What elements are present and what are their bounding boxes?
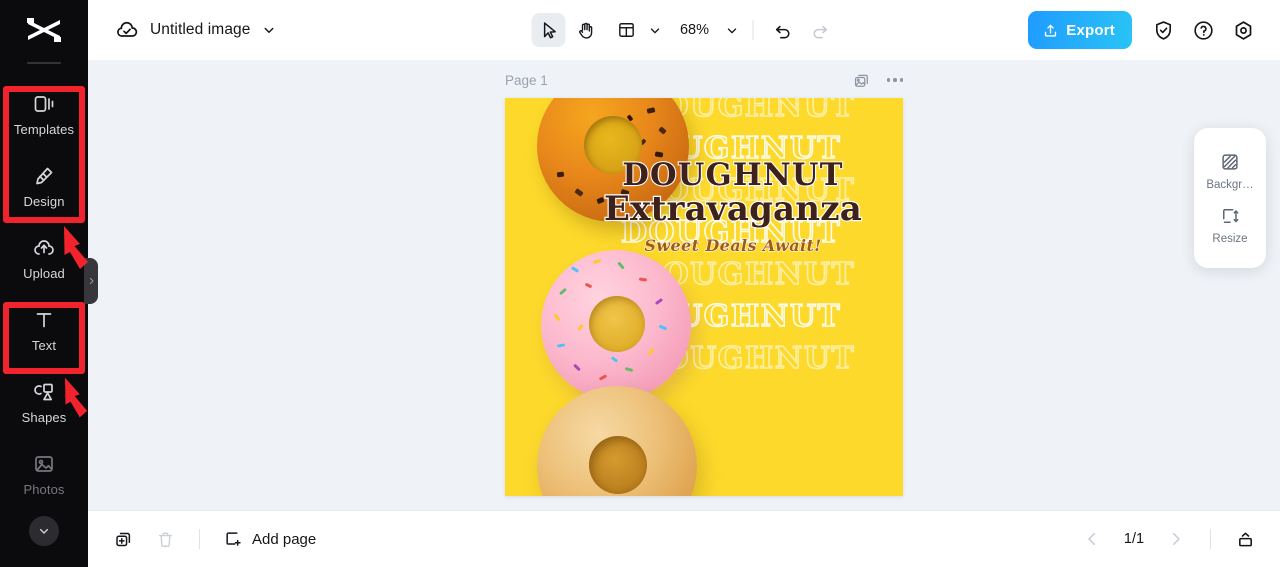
delete-page-button[interactable] [148,522,182,556]
poster-headline-secondary: Extravaganza [603,188,863,229]
sidebar-item-photos[interactable]: Photos [5,438,83,510]
zoom-level[interactable]: 68% [677,22,713,38]
canvas-tools-group: 68% [531,13,837,47]
export-label: Export [1066,21,1115,39]
chevron-right-icon [1173,533,1180,545]
bottom-left-actions: Add page [88,522,322,556]
background-tool-button[interactable]: Backgr… [1197,151,1263,191]
sidebar-nav: Templates Design Upload Text Shapes Phot… [0,78,88,546]
help-button[interactable] [1186,13,1220,47]
redo-button[interactable] [803,13,837,47]
sidebar-more-button[interactable] [29,516,59,546]
design-canvas[interactable]: DOUGHNUT DOUGHNUT DOUGHNUT DOUGHNUT DOUG… [505,98,903,496]
hand-icon [578,22,592,39]
duplicate-page-icon [115,532,130,546]
upload-cloud-icon [34,240,54,255]
resize-tool-label: Resize [1212,233,1248,245]
background-hatch-icon [1222,154,1238,170]
expand-panel-button[interactable] [1228,522,1262,556]
sidebar-label-shapes: Shapes [21,410,67,425]
right-tools-panel: Backgr… Resize [1194,128,1266,268]
templates-icon [34,96,54,112]
layout-tool-button[interactable] [610,13,644,47]
text-icon [36,313,52,328]
left-sidebar: Templates Design Upload Text Shapes Phot… [0,0,88,567]
hand-tool-button[interactable] [569,13,603,47]
background-tool-label: Backgr… [1206,179,1254,191]
question-circle-icon [1193,20,1213,40]
pink-sprinkle-donut-image [541,250,691,400]
topbar-actions: Export [1028,11,1260,49]
settings-hex-icon [1235,20,1251,40]
app-logo[interactable] [0,0,88,60]
bottom-right-actions: 1/1 [1075,522,1262,556]
resize-icon [1223,209,1239,223]
toolbar-divider [752,20,754,40]
top-toolbar: Untitled image 68% Export [88,0,1280,60]
more-dot [899,78,903,82]
poster-text-block[interactable]: DOUGHNUT Extravaganza Sweet Deals Await! [563,157,903,256]
sidebar-item-text[interactable]: Text [5,294,83,366]
shield-button[interactable] [1146,13,1180,47]
sidebar-label-templates: Templates [13,122,75,137]
sidebar-item-templates[interactable]: Templates [5,78,83,150]
add-page-button[interactable]: Add page [217,525,322,553]
title-chevron-down-icon[interactable] [260,21,278,39]
cursor-tool-button[interactable] [531,13,566,47]
more-dot [886,78,890,82]
page-indicator: 1/1 [1123,531,1145,547]
undo-button[interactable] [766,13,800,47]
poster-tagline: Sweet Deals Await! [644,236,822,256]
photos-icon [35,456,53,472]
poster-headline-primary: DOUGHNUT [621,157,844,193]
canvas-work-area: Page 1 DOUGHNUT DOUGHNUT DOUGHNUT DOUGHN… [88,60,1280,510]
logo-divider [27,62,61,64]
sidebar-item-upload[interactable]: Upload [5,222,83,294]
sidebar-collapse-handle[interactable] [84,258,98,304]
capcut-logo-icon [27,18,61,42]
expand-panel-icon [1238,532,1252,546]
zoom-chevron-down-icon[interactable] [724,22,741,39]
sidebar-item-design[interactable]: Design [5,150,83,222]
page-label: Page 1 [505,72,548,88]
capcut-editor-window: Templates Design Upload Text Shapes Phot… [0,0,1280,567]
prev-page-button[interactable] [1075,522,1109,556]
sidebar-label-design: Design [23,194,65,209]
upload-share-icon [1045,24,1057,37]
add-page-label: Add page [252,530,317,548]
page-header-actions [852,71,906,90]
shield-check-icon [1155,20,1171,40]
design-icon [36,167,53,185]
export-button[interactable]: Export [1028,11,1132,49]
duplicate-image-icon[interactable] [852,71,871,90]
more-dot [893,78,897,82]
duplicate-page-button[interactable] [106,522,140,556]
resize-tool-button[interactable]: Resize [1197,205,1263,245]
chevron-down-icon [39,528,49,534]
page-header: Page 1 [505,66,905,94]
cursor-arrow-icon [543,21,556,39]
layout-grid-icon [619,23,634,37]
bottom-divider [199,529,200,549]
sidebar-item-shapes[interactable]: Shapes [5,366,83,438]
chevron-left-icon [1088,533,1095,545]
cloud-saved-icon[interactable] [114,17,140,43]
trash-icon [158,531,172,547]
layout-chevron-down-icon[interactable] [647,22,664,39]
square-plus-icon [226,532,241,546]
document-title[interactable]: Untitled image [150,21,250,39]
redo-icon [812,25,827,38]
sidebar-label-photos: Photos [23,482,65,497]
page-more-menu[interactable] [885,74,906,86]
chevron-right-icon [89,277,93,285]
sidebar-label-upload: Upload [23,266,65,281]
bottom-toolbar: Add page 1/1 [88,510,1280,567]
undo-icon [775,25,790,38]
bottom-divider-right [1210,529,1211,549]
document-title-group: Untitled image [88,17,278,43]
sidebar-label-text: Text [31,338,57,353]
shapes-icon [34,383,53,401]
next-page-button[interactable] [1159,522,1193,556]
settings-button[interactable] [1226,13,1260,47]
